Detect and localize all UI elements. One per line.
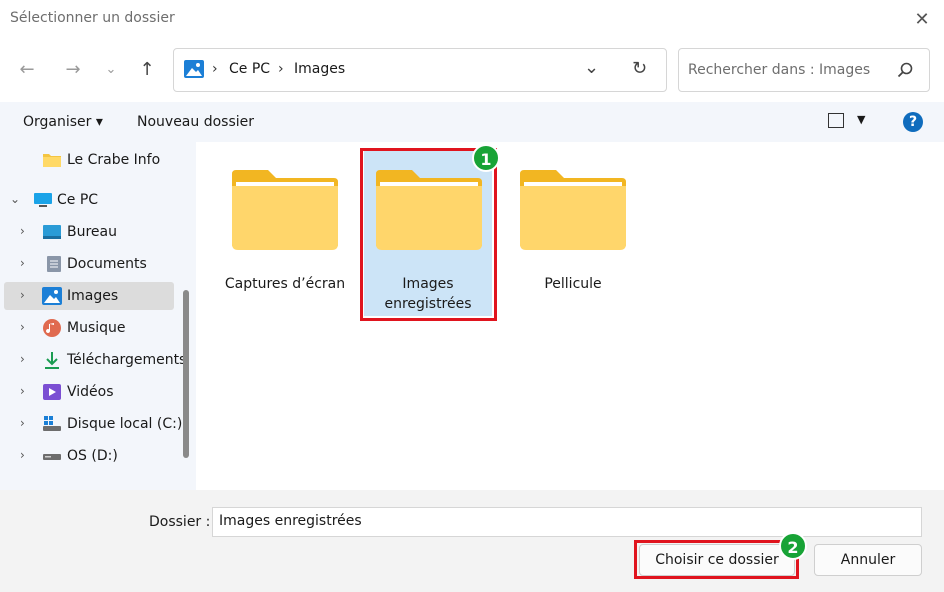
music-icon bbox=[43, 319, 61, 337]
sidebar-item-le-crabe-info[interactable]: Le Crabe Info bbox=[0, 146, 176, 174]
chevron-right-icon[interactable]: › bbox=[20, 448, 25, 462]
sidebar-item-label: Disque local (C:) bbox=[67, 416, 183, 432]
view-options-chevron-icon[interactable]: ▼ bbox=[857, 113, 865, 126]
folder-field-label: Dossier : bbox=[149, 514, 211, 530]
annotation-highlight-folder bbox=[360, 148, 497, 321]
sidebar-item-label: Le Crabe Info bbox=[67, 152, 161, 168]
folder-field-value[interactable]: Images enregistrées bbox=[219, 513, 362, 529]
desktop-icon bbox=[43, 225, 61, 239]
sidebar-item-label: Vidéos bbox=[67, 384, 114, 400]
sidebar-item-label: Musique bbox=[67, 320, 126, 336]
sidebar-item-label: OS (D:) bbox=[67, 448, 118, 464]
chevron-right-icon[interactable]: › bbox=[20, 352, 25, 366]
back-icon[interactable]: ← bbox=[12, 55, 42, 85]
folder-icon[interactable] bbox=[518, 168, 628, 254]
computer-icon bbox=[34, 193, 52, 207]
cancel-button[interactable]: Annuler bbox=[814, 544, 922, 576]
breadcrumb-separator-icon: › bbox=[278, 61, 284, 77]
chevron-right-icon[interactable]: › bbox=[20, 224, 25, 238]
sidebar-scrollbar[interactable] bbox=[183, 290, 189, 458]
sidebar-item-label: Bureau bbox=[67, 224, 117, 240]
address-bar[interactable]: › Ce PC › Images ⌄ ↻ bbox=[173, 48, 667, 92]
refresh-icon[interactable]: ↻ bbox=[632, 58, 647, 79]
sidebar-item-disque-local-c[interactable]: › Disque local (C:) bbox=[0, 410, 182, 438]
folder-field[interactable]: Images enregistrées bbox=[212, 507, 922, 537]
annotation-badge-2: 2 bbox=[779, 532, 807, 560]
recent-locations-chevron-icon[interactable]: ⌄ bbox=[96, 55, 126, 85]
videos-icon bbox=[43, 384, 61, 400]
sidebar-item-bureau[interactable]: › Bureau bbox=[0, 218, 176, 246]
sidebar-item-os-d[interactable]: › OS (D:) bbox=[0, 442, 176, 470]
toolbar: Organiser ▾ Nouveau dossier ▼ ? bbox=[0, 102, 944, 142]
window-title: Sélectionner un dossier bbox=[10, 10, 175, 26]
folder-label-pellicule[interactable]: Pellicule bbox=[503, 274, 643, 294]
sidebar-item-documents[interactable]: › Documents bbox=[0, 250, 176, 278]
chevron-right-icon[interactable]: › bbox=[20, 384, 25, 398]
new-folder-button[interactable]: Nouveau dossier bbox=[137, 114, 254, 130]
chevron-right-icon[interactable]: › bbox=[20, 288, 25, 302]
breadcrumb-images[interactable]: Images bbox=[294, 61, 345, 77]
navigation-pane: Le Crabe Info ⌄ Ce PC › Bureau › Documen… bbox=[0, 142, 196, 490]
sidebar-item-ce-pc[interactable]: ⌄ Ce PC bbox=[0, 186, 176, 214]
breadcrumb-ce-pc[interactable]: Ce PC bbox=[229, 61, 270, 77]
documents-icon bbox=[47, 256, 61, 272]
search-icon[interactable] bbox=[897, 62, 913, 78]
forward-icon[interactable]: → bbox=[58, 55, 88, 85]
sidebar-item-telechargements[interactable]: › Téléchargements bbox=[0, 346, 186, 374]
folder-icon bbox=[43, 154, 61, 167]
folder-label-captures[interactable]: Captures d’écran bbox=[215, 274, 355, 294]
sidebar-item-label: Documents bbox=[67, 256, 147, 272]
chevron-right-icon[interactable]: › bbox=[20, 256, 25, 270]
sidebar-item-label: Images bbox=[67, 288, 119, 304]
sidebar-item-label: Ce PC bbox=[57, 192, 99, 208]
breadcrumb-separator-icon: › bbox=[212, 61, 218, 77]
sidebar-item-videos[interactable]: › Vidéos bbox=[0, 378, 176, 406]
chevron-right-icon[interactable]: › bbox=[20, 416, 25, 430]
help-icon[interactable]: ? bbox=[903, 112, 923, 132]
pictures-icon bbox=[42, 287, 62, 305]
drive-icon bbox=[43, 416, 61, 431]
folder-icon[interactable] bbox=[230, 168, 340, 254]
sidebar-item-label: Téléchargements bbox=[67, 352, 187, 368]
chevron-right-icon[interactable]: › bbox=[20, 320, 25, 334]
download-icon bbox=[45, 352, 59, 369]
organize-button[interactable]: Organiser ▾ bbox=[23, 114, 103, 130]
view-mode-icon[interactable] bbox=[828, 113, 844, 128]
sidebar-item-musique[interactable]: › Musique bbox=[0, 314, 176, 342]
search-input[interactable]: Rechercher dans : Images bbox=[688, 62, 870, 78]
chevron-down-icon[interactable]: ⌄ bbox=[10, 192, 20, 206]
sidebar-item-images[interactable]: › Images bbox=[4, 282, 174, 310]
up-icon[interactable]: ↑ bbox=[132, 55, 162, 85]
search-box[interactable]: Rechercher dans : Images bbox=[678, 48, 930, 92]
pictures-icon bbox=[184, 60, 204, 78]
annotation-highlight-button bbox=[634, 540, 799, 579]
address-history-chevron-icon[interactable]: ⌄ bbox=[584, 57, 599, 78]
drive-icon bbox=[43, 454, 61, 460]
annotation-badge-1: 1 bbox=[472, 144, 500, 172]
close-icon[interactable]: ✕ bbox=[910, 8, 934, 32]
